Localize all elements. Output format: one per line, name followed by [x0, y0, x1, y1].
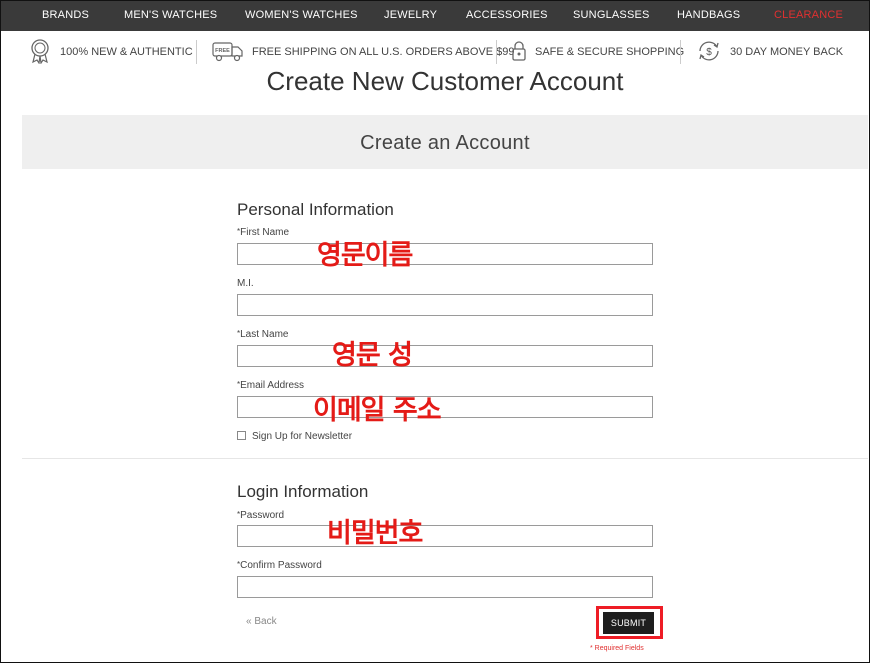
benefit-divider	[496, 40, 497, 64]
last-name-annotation: 영문 성	[332, 340, 413, 371]
email-label: *Email Address	[237, 380, 305, 391]
newsletter-label[interactable]: Sign Up for Newsletter	[252, 431, 352, 442]
nav-accessories[interactable]: ACCESSORIES	[466, 0, 548, 31]
benefit-free-shipping: FREE FREE SHIPPING ON ALL U.S. ORDERS AB…	[212, 39, 514, 65]
nav-mens-watches[interactable]: MEN'S WATCHES	[124, 0, 217, 31]
nav-brands[interactable]: BRANDS	[42, 0, 89, 31]
screenshot-frame	[0, 0, 870, 663]
benefit-secure-text: SAFE & SECURE SHOPPING	[535, 46, 685, 58]
benefit-money-back: $ 30 DAY MONEY BACK	[696, 39, 843, 65]
free-icon-text: FREE	[215, 48, 230, 54]
free-shipping-truck-icon: FREE	[212, 40, 244, 65]
first-name-label: *First Name	[237, 227, 290, 238]
personal-info-title: Personal Information	[237, 200, 394, 219]
nav-jewelry[interactable]: JEWELRY	[384, 0, 437, 31]
middle-initial-input[interactable]	[237, 294, 653, 316]
nav-sunglasses[interactable]: SUNGLASSES	[573, 0, 650, 31]
submit-button[interactable]: SUBMIT	[603, 612, 654, 634]
money-icon-text: $	[706, 47, 712, 58]
section-divider	[22, 458, 868, 459]
benefit-authentic: 100% NEW & AUTHENTIC	[28, 38, 193, 67]
newsletter-checkbox[interactable]	[237, 431, 246, 440]
back-link[interactable]: « Back	[246, 616, 277, 627]
password-annotation: 비밀번호	[327, 518, 423, 549]
required-fields-note: * Required Fields	[590, 645, 644, 652]
nav-clearance[interactable]: CLEARANCE	[774, 0, 843, 31]
benefit-divider	[680, 40, 681, 64]
benefit-divider	[196, 40, 197, 64]
mi-label: M.I.	[237, 278, 254, 289]
login-info-title: Login Information	[237, 482, 369, 501]
benefit-free-shipping-text: FREE SHIPPING ON ALL U.S. ORDERS ABOVE $…	[252, 46, 515, 58]
benefit-money-back-text: 30 DAY MONEY BACK	[730, 46, 844, 58]
money-back-icon: $	[696, 39, 722, 66]
nav-womens-watches[interactable]: WOMEN'S WATCHES	[245, 0, 358, 31]
email-annotation: 이메일 주소	[313, 395, 442, 426]
page-title: Create New Customer Account	[266, 66, 624, 96]
benefit-secure: SAFE & SECURE SHOPPING	[511, 39, 684, 65]
ribbon-badge-icon	[28, 38, 52, 67]
benefit-authentic-text: 100% NEW & AUTHENTIC	[60, 46, 193, 58]
top-navigation: BRANDS MEN'S WATCHES WOMEN'S WATCHES JEW…	[0, 0, 870, 31]
nav-handbags[interactable]: HANDBAGS	[677, 0, 740, 31]
first-name-input[interactable]	[237, 243, 653, 265]
confirm-password-label: *Confirm Password	[237, 560, 322, 571]
email-input[interactable]	[237, 396, 653, 418]
last-name-label: *Last Name	[237, 329, 289, 340]
confirm-password-input[interactable]	[237, 576, 653, 598]
first-name-annotation: 영문이름	[317, 240, 413, 271]
password-input[interactable]	[237, 525, 653, 547]
password-label: *Password	[237, 510, 285, 521]
padlock-icon	[511, 40, 527, 65]
panel-title: Create an Account	[22, 115, 868, 169]
last-name-input[interactable]	[237, 345, 653, 367]
